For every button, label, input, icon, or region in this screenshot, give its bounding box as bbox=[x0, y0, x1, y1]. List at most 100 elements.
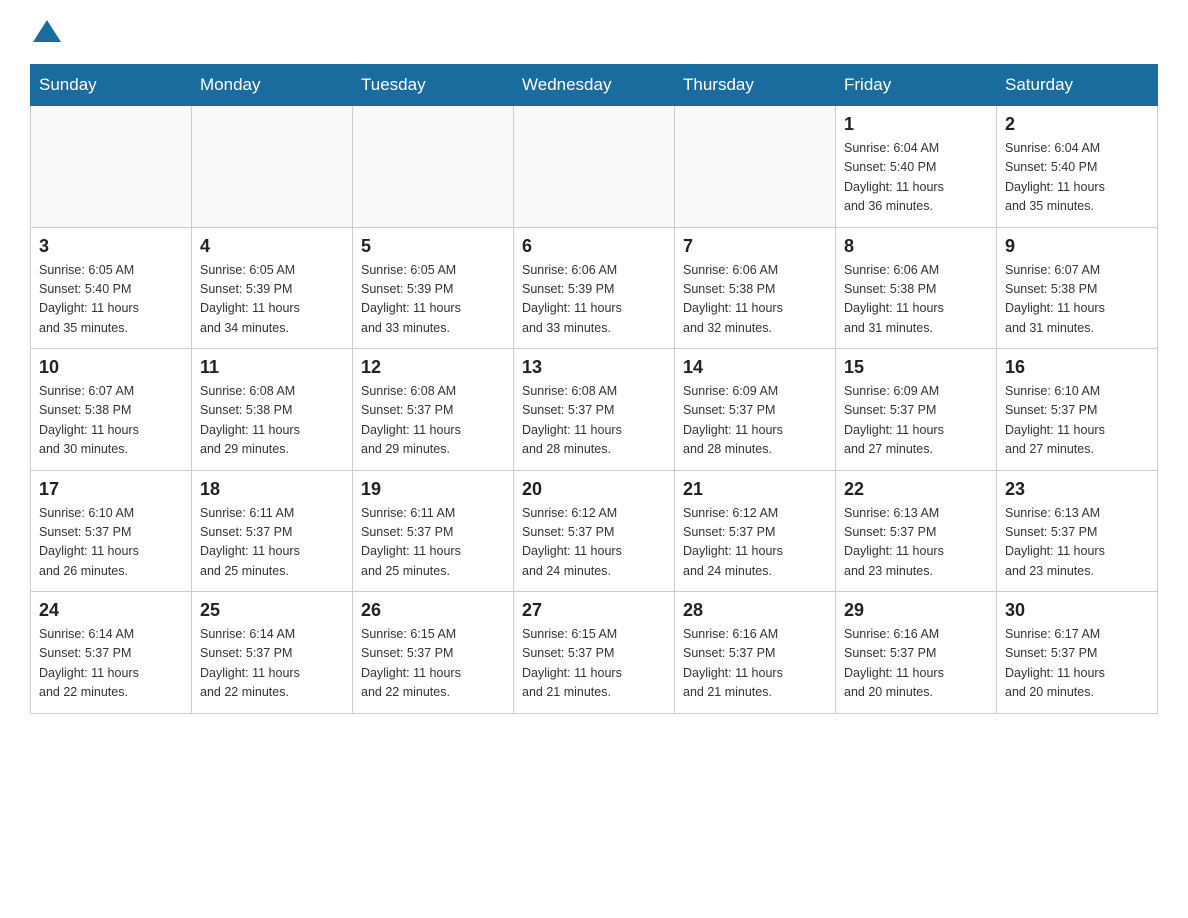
weekday-header-row: SundayMondayTuesdayWednesdayThursdayFrid… bbox=[31, 65, 1158, 106]
day-info: Sunrise: 6:07 AM Sunset: 5:38 PM Dayligh… bbox=[1005, 261, 1149, 339]
day-number: 3 bbox=[39, 236, 183, 257]
weekday-header-tuesday: Tuesday bbox=[353, 65, 514, 106]
day-number: 23 bbox=[1005, 479, 1149, 500]
day-number: 10 bbox=[39, 357, 183, 378]
day-number: 21 bbox=[683, 479, 827, 500]
calendar-cell: 24 Sunrise: 6:14 AM Sunset: 5:37 PM Dayli… bbox=[31, 592, 192, 714]
calendar-cell: 29 Sunrise: 6:16 AM Sunset: 5:37 PM Dayli… bbox=[836, 592, 997, 714]
day-number: 18 bbox=[200, 479, 344, 500]
day-info: Sunrise: 6:07 AM Sunset: 5:38 PM Dayligh… bbox=[39, 382, 183, 460]
day-number: 1 bbox=[844, 114, 988, 135]
day-info: Sunrise: 6:13 AM Sunset: 5:37 PM Dayligh… bbox=[844, 504, 988, 582]
calendar-cell: 17Sunrise: 6:10 AM Sunset: 5:37 PM Dayli… bbox=[31, 470, 192, 592]
day-number: 25 bbox=[200, 600, 344, 621]
day-number: 4 bbox=[200, 236, 344, 257]
day-info: Sunrise: 6:05 AM Sunset: 5:40 PM Dayligh… bbox=[39, 261, 183, 339]
day-number: 2 bbox=[1005, 114, 1149, 135]
day-info: Sunrise: 6:14 AM Sunset: 5:37 PM Dayligh… bbox=[200, 625, 344, 703]
calendar-week-2: 3 Sunrise: 6:05 AM Sunset: 5:40 PM Daylig… bbox=[31, 227, 1158, 349]
day-number: 30 bbox=[1005, 600, 1149, 621]
day-info: Sunrise: 6:17 AM Sunset: 5:37 PM Dayligh… bbox=[1005, 625, 1149, 703]
calendar-cell: 19 Sunrise: 6:11 AM Sunset: 5:37 PM Dayli… bbox=[353, 470, 514, 592]
day-number: 26 bbox=[361, 600, 505, 621]
day-number: 13 bbox=[522, 357, 666, 378]
calendar-cell bbox=[514, 106, 675, 228]
calendar-week-5: 24 Sunrise: 6:14 AM Sunset: 5:37 PM Dayli… bbox=[31, 592, 1158, 714]
day-info: Sunrise: 6:08 AM Sunset: 5:38 PM Dayligh… bbox=[200, 382, 344, 460]
day-info: Sunrise: 6:15 AM Sunset: 5:37 PM Dayligh… bbox=[522, 625, 666, 703]
day-number: 14 bbox=[683, 357, 827, 378]
day-info: Sunrise: 6:04 AM Sunset: 5:40 PM Dayligh… bbox=[1005, 139, 1149, 217]
day-number: 28 bbox=[683, 600, 827, 621]
day-number: 17 bbox=[39, 479, 183, 500]
day-info: Sunrise: 6:15 AM Sunset: 5:37 PM Dayligh… bbox=[361, 625, 505, 703]
calendar-cell: 7 Sunrise: 6:06 AM Sunset: 5:38 PM Daylig… bbox=[675, 227, 836, 349]
calendar-week-3: 10 Sunrise: 6:07 AM Sunset: 5:38 PM Dayli… bbox=[31, 349, 1158, 471]
calendar-cell: 10 Sunrise: 6:07 AM Sunset: 5:38 PM Dayli… bbox=[31, 349, 192, 471]
calendar-cell: 20Sunrise: 6:12 AM Sunset: 5:37 PM Dayli… bbox=[514, 470, 675, 592]
day-number: 15 bbox=[844, 357, 988, 378]
calendar-cell: 23 Sunrise: 6:13 AM Sunset: 5:37 PM Dayli… bbox=[997, 470, 1158, 592]
day-number: 11 bbox=[200, 357, 344, 378]
weekday-header-wednesday: Wednesday bbox=[514, 65, 675, 106]
calendar-cell: 3 Sunrise: 6:05 AM Sunset: 5:40 PM Daylig… bbox=[31, 227, 192, 349]
day-info: Sunrise: 6:16 AM Sunset: 5:37 PM Dayligh… bbox=[683, 625, 827, 703]
day-info: Sunrise: 6:05 AM Sunset: 5:39 PM Dayligh… bbox=[200, 261, 344, 339]
day-number: 19 bbox=[361, 479, 505, 500]
weekday-header-monday: Monday bbox=[192, 65, 353, 106]
weekday-header-friday: Friday bbox=[836, 65, 997, 106]
calendar-cell: 27Sunrise: 6:15 AM Sunset: 5:37 PM Dayli… bbox=[514, 592, 675, 714]
day-info: Sunrise: 6:16 AM Sunset: 5:37 PM Dayligh… bbox=[844, 625, 988, 703]
day-info: Sunrise: 6:14 AM Sunset: 5:37 PM Dayligh… bbox=[39, 625, 183, 703]
day-info: Sunrise: 6:13 AM Sunset: 5:37 PM Dayligh… bbox=[1005, 504, 1149, 582]
weekday-header-sunday: Sunday bbox=[31, 65, 192, 106]
day-number: 24 bbox=[39, 600, 183, 621]
calendar-cell: 21 Sunrise: 6:12 AM Sunset: 5:37 PM Dayli… bbox=[675, 470, 836, 592]
calendar-cell: 8 Sunrise: 6:06 AM Sunset: 5:38 PM Daylig… bbox=[836, 227, 997, 349]
calendar-week-4: 17Sunrise: 6:10 AM Sunset: 5:37 PM Dayli… bbox=[31, 470, 1158, 592]
day-number: 22 bbox=[844, 479, 988, 500]
calendar-cell: 15Sunrise: 6:09 AM Sunset: 5:37 PM Dayli… bbox=[836, 349, 997, 471]
calendar-cell: 18 Sunrise: 6:11 AM Sunset: 5:37 PM Dayli… bbox=[192, 470, 353, 592]
calendar-cell bbox=[353, 106, 514, 228]
logo-triangle-icon bbox=[33, 20, 61, 42]
calendar-cell bbox=[192, 106, 353, 228]
calendar-cell: 12 Sunrise: 6:08 AM Sunset: 5:37 PM Dayli… bbox=[353, 349, 514, 471]
calendar-cell: 1 Sunrise: 6:04 AM Sunset: 5:40 PM Daylig… bbox=[836, 106, 997, 228]
day-info: Sunrise: 6:11 AM Sunset: 5:37 PM Dayligh… bbox=[361, 504, 505, 582]
day-info: Sunrise: 6:06 AM Sunset: 5:38 PM Dayligh… bbox=[844, 261, 988, 339]
logo bbox=[30, 20, 61, 44]
calendar-cell: 25 Sunrise: 6:14 AM Sunset: 5:37 PM Dayli… bbox=[192, 592, 353, 714]
calendar-table: SundayMondayTuesdayWednesdayThursdayFrid… bbox=[30, 64, 1158, 714]
day-number: 29 bbox=[844, 600, 988, 621]
weekday-header-thursday: Thursday bbox=[675, 65, 836, 106]
day-info: Sunrise: 6:06 AM Sunset: 5:38 PM Dayligh… bbox=[683, 261, 827, 339]
calendar-cell: 5Sunrise: 6:05 AM Sunset: 5:39 PM Daylig… bbox=[353, 227, 514, 349]
day-info: Sunrise: 6:04 AM Sunset: 5:40 PM Dayligh… bbox=[844, 139, 988, 217]
day-info: Sunrise: 6:08 AM Sunset: 5:37 PM Dayligh… bbox=[361, 382, 505, 460]
calendar-week-1: 1 Sunrise: 6:04 AM Sunset: 5:40 PM Daylig… bbox=[31, 106, 1158, 228]
day-number: 12 bbox=[361, 357, 505, 378]
day-number: 16 bbox=[1005, 357, 1149, 378]
calendar-cell bbox=[675, 106, 836, 228]
calendar-cell: 30 Sunrise: 6:17 AM Sunset: 5:37 PM Dayli… bbox=[997, 592, 1158, 714]
calendar-cell: 16Sunrise: 6:10 AM Sunset: 5:37 PM Dayli… bbox=[997, 349, 1158, 471]
calendar-cell: 13 Sunrise: 6:08 AM Sunset: 5:37 PM Dayli… bbox=[514, 349, 675, 471]
calendar-cell: 14Sunrise: 6:09 AM Sunset: 5:37 PM Dayli… bbox=[675, 349, 836, 471]
day-info: Sunrise: 6:06 AM Sunset: 5:39 PM Dayligh… bbox=[522, 261, 666, 339]
day-number: 9 bbox=[1005, 236, 1149, 257]
calendar-cell bbox=[31, 106, 192, 228]
day-number: 8 bbox=[844, 236, 988, 257]
day-info: Sunrise: 6:08 AM Sunset: 5:37 PM Dayligh… bbox=[522, 382, 666, 460]
calendar-cell: 26 Sunrise: 6:15 AM Sunset: 5:37 PM Dayli… bbox=[353, 592, 514, 714]
day-number: 6 bbox=[522, 236, 666, 257]
day-number: 5 bbox=[361, 236, 505, 257]
day-info: Sunrise: 6:11 AM Sunset: 5:37 PM Dayligh… bbox=[200, 504, 344, 582]
day-number: 7 bbox=[683, 236, 827, 257]
day-info: Sunrise: 6:12 AM Sunset: 5:37 PM Dayligh… bbox=[683, 504, 827, 582]
calendar-cell: 2 Sunrise: 6:04 AM Sunset: 5:40 PM Daylig… bbox=[997, 106, 1158, 228]
calendar-cell: 4 Sunrise: 6:05 AM Sunset: 5:39 PM Daylig… bbox=[192, 227, 353, 349]
page-header bbox=[30, 20, 1158, 44]
calendar-cell: 9 Sunrise: 6:07 AM Sunset: 5:38 PM Daylig… bbox=[997, 227, 1158, 349]
calendar-cell: 6 Sunrise: 6:06 AM Sunset: 5:39 PM Daylig… bbox=[514, 227, 675, 349]
